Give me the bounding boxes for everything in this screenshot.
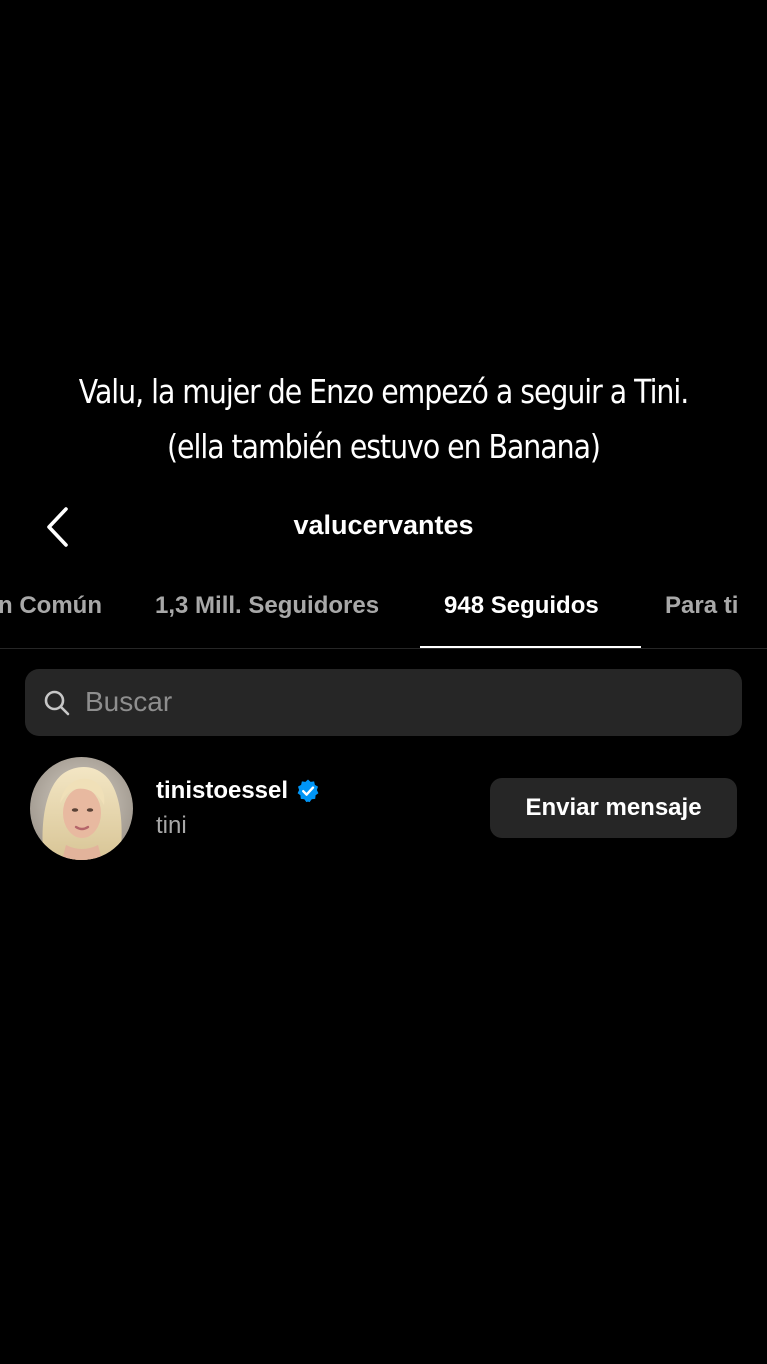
active-tab-indicator bbox=[420, 646, 641, 648]
page-title: valucervantes bbox=[293, 510, 474, 540]
search-placeholder: Buscar bbox=[85, 686, 173, 717]
tab-followers[interactable]: 1,3 Mill. Seguidores bbox=[155, 592, 379, 620]
caption-overlay: Valu, la mujer de Enzo empezó a seguir a… bbox=[54, 364, 714, 474]
send-message-button[interactable]: Enviar mensaje bbox=[490, 778, 737, 838]
tab-following[interactable]: 948 Seguidos bbox=[444, 592, 599, 620]
avatar[interactable] bbox=[30, 757, 133, 860]
full-name: tini bbox=[156, 812, 187, 839]
username: tinistoessel bbox=[156, 777, 289, 804]
tab-for-you[interactable]: Para ti bbox=[665, 592, 738, 620]
follow-tabs: n Común 1,3 Mill. Seguidores 948 Seguido… bbox=[0, 578, 767, 649]
search-icon bbox=[44, 690, 70, 716]
profile-header: valucervantes bbox=[0, 498, 767, 556]
tab-in-common[interactable]: n Común bbox=[0, 592, 102, 620]
caption-line-2: (ella también estuvo en Banana) bbox=[167, 427, 601, 466]
list-item: tinistoessel tini Enviar mensaje bbox=[0, 752, 767, 866]
caption-line-1: Valu, la mujer de Enzo empezó a seguir a… bbox=[78, 372, 689, 411]
search-input[interactable]: Buscar bbox=[25, 669, 742, 736]
verified-badge-icon bbox=[297, 779, 319, 803]
username-link[interactable]: tinistoessel bbox=[156, 776, 321, 806]
